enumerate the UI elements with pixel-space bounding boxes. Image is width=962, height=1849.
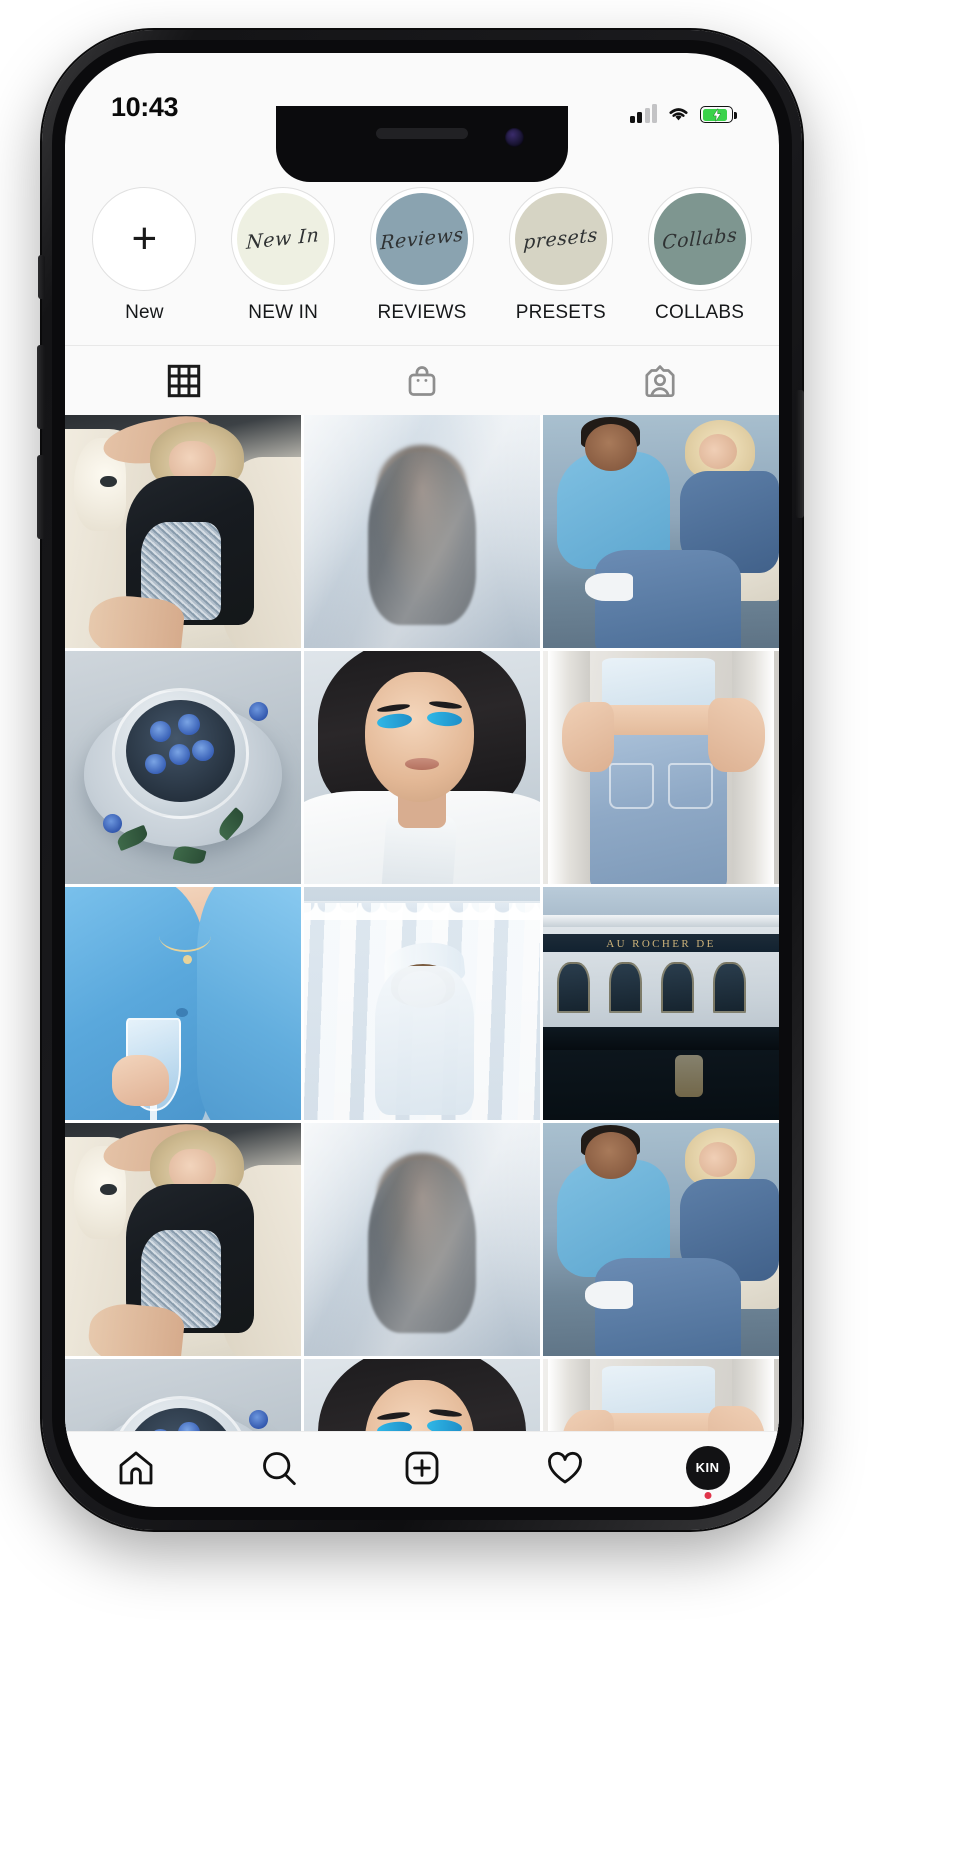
shop-tab[interactable] bbox=[303, 346, 541, 415]
grid-post[interactable]: AU ROCHER DE bbox=[543, 887, 779, 1120]
highlight-ring: presets bbox=[508, 187, 613, 291]
highlight-label: New bbox=[125, 302, 164, 323]
highlight-label: COLLABS bbox=[655, 302, 745, 323]
volume-down-button[interactable] bbox=[37, 455, 45, 539]
notification-dot bbox=[704, 1491, 712, 1499]
highlight-cover: + bbox=[98, 193, 191, 285]
grid-post[interactable] bbox=[543, 415, 779, 648]
grid-post[interactable] bbox=[543, 1123, 779, 1356]
portrait-blue-eyeshadow-white-blazer bbox=[304, 1359, 540, 1431]
activity-tab[interactable] bbox=[493, 1448, 636, 1488]
blonde-woman-in-convertible-car bbox=[65, 1123, 301, 1356]
highlight-ring: New In bbox=[231, 187, 336, 291]
grid-post[interactable] bbox=[65, 1123, 301, 1356]
woman-by-white-curtain bbox=[304, 887, 540, 1120]
status-clock: 10:43 bbox=[111, 92, 179, 122]
highlight-label: REVIEWS bbox=[377, 302, 467, 323]
avatar-initials: KIN bbox=[695, 1460, 720, 1475]
highlight-cover: Collabs bbox=[653, 193, 746, 285]
profile-tab-bar bbox=[65, 345, 779, 415]
tagged-person-icon bbox=[645, 364, 675, 397]
grid-post[interactable] bbox=[304, 415, 540, 648]
highlight-cover: Reviews bbox=[375, 193, 468, 285]
parisian-building-facade: AU ROCHER DE bbox=[543, 887, 779, 1120]
heart-icon bbox=[547, 1451, 582, 1483]
highlight-cover: New In bbox=[237, 193, 330, 285]
plus-square-icon bbox=[405, 1451, 439, 1484]
high-waist-jeans-and-crop-top bbox=[543, 1359, 779, 1431]
blonde-woman-in-convertible-car bbox=[65, 415, 301, 648]
create-tab[interactable] bbox=[351, 1448, 494, 1488]
couple-in-denim-outfits bbox=[543, 415, 779, 648]
plus-icon: + bbox=[131, 214, 158, 263]
grid-post[interactable] bbox=[304, 887, 540, 1120]
highlight-reviews[interactable]: Reviews REVIEWS bbox=[353, 187, 492, 324]
highlight-collabs[interactable]: Collabs COLLABS bbox=[630, 187, 769, 324]
portrait-blue-eyeshadow-white-blazer bbox=[304, 651, 540, 884]
highlight-presets[interactable]: presets PRESETS bbox=[491, 187, 630, 324]
cellular-signal-icon bbox=[629, 104, 657, 123]
search-tab[interactable] bbox=[208, 1448, 351, 1488]
status-indicators bbox=[629, 104, 737, 123]
grid-post[interactable] bbox=[304, 1359, 540, 1431]
wifi-icon bbox=[669, 108, 688, 121]
avatar: KIN bbox=[685, 1445, 730, 1499]
couple-in-denim-outfits bbox=[543, 1123, 779, 1356]
grid-post[interactable] bbox=[65, 415, 301, 648]
high-waist-jeans-and-crop-top bbox=[543, 651, 779, 884]
highlight-new[interactable]: + New bbox=[75, 187, 214, 324]
screenshot-root: 10:43 BLUE bbox=[0, 0, 962, 1849]
power-button[interactable] bbox=[796, 390, 804, 518]
notch bbox=[276, 106, 568, 182]
highlight-new-in[interactable]: New In NEW IN bbox=[214, 187, 353, 324]
highlight-script-text: New In bbox=[246, 224, 321, 254]
grid-icon bbox=[167, 364, 201, 397]
grid-tab[interactable] bbox=[65, 346, 303, 415]
volume-up-button[interactable] bbox=[37, 345, 45, 429]
grid-post[interactable] bbox=[304, 1123, 540, 1356]
highlight-script-text: Collabs bbox=[661, 223, 738, 255]
grid-post[interactable] bbox=[65, 887, 301, 1120]
highlight-label: PRESETS bbox=[515, 302, 606, 323]
charging-bolt-icon bbox=[712, 108, 721, 121]
home-icon bbox=[119, 1451, 153, 1484]
silent-switch[interactable] bbox=[38, 255, 45, 299]
grid-post[interactable] bbox=[543, 1359, 779, 1431]
shopping-bag-icon bbox=[408, 365, 436, 396]
story-highlights: + New New In NEW IN Reviews REVIEWS presets PRE… bbox=[65, 187, 779, 339]
earpiece-speaker-icon bbox=[376, 128, 468, 139]
highlight-ring: Reviews bbox=[369, 187, 474, 291]
profile-tab[interactable]: KIN bbox=[636, 1445, 779, 1499]
woman-behind-sheer-veil bbox=[304, 415, 540, 648]
phone-screen: 10:43 BLUE bbox=[65, 53, 779, 1507]
highlight-ring: + bbox=[92, 187, 197, 291]
grid-post[interactable] bbox=[543, 651, 779, 884]
highlight-ring: Collabs bbox=[647, 187, 752, 291]
teacup-with-blue-flowers bbox=[65, 651, 301, 884]
highlight-cover: presets bbox=[514, 193, 607, 285]
bottom-nav-bar: KIN bbox=[65, 1431, 779, 1507]
blue-blouse-holding-wine-glass bbox=[65, 887, 301, 1120]
photo-grid: AU ROCHER DE bbox=[65, 415, 779, 1431]
woman-behind-sheer-veil bbox=[304, 1123, 540, 1356]
grid-post[interactable] bbox=[65, 651, 301, 884]
grid-post[interactable] bbox=[304, 651, 540, 884]
search-icon bbox=[263, 1451, 296, 1485]
teacup-with-blue-flowers bbox=[65, 1359, 301, 1431]
facade-sign-text: AU ROCHER DE bbox=[606, 938, 716, 951]
battery-charging-icon bbox=[700, 106, 737, 123]
front-camera-icon bbox=[505, 128, 524, 147]
highlight-label: NEW IN bbox=[248, 302, 319, 323]
highlight-script-text: Reviews bbox=[379, 223, 465, 255]
grid-post[interactable] bbox=[65, 1359, 301, 1431]
home-tab[interactable] bbox=[65, 1448, 208, 1488]
highlight-script-text: presets bbox=[523, 223, 599, 255]
tagged-tab[interactable] bbox=[541, 346, 779, 415]
